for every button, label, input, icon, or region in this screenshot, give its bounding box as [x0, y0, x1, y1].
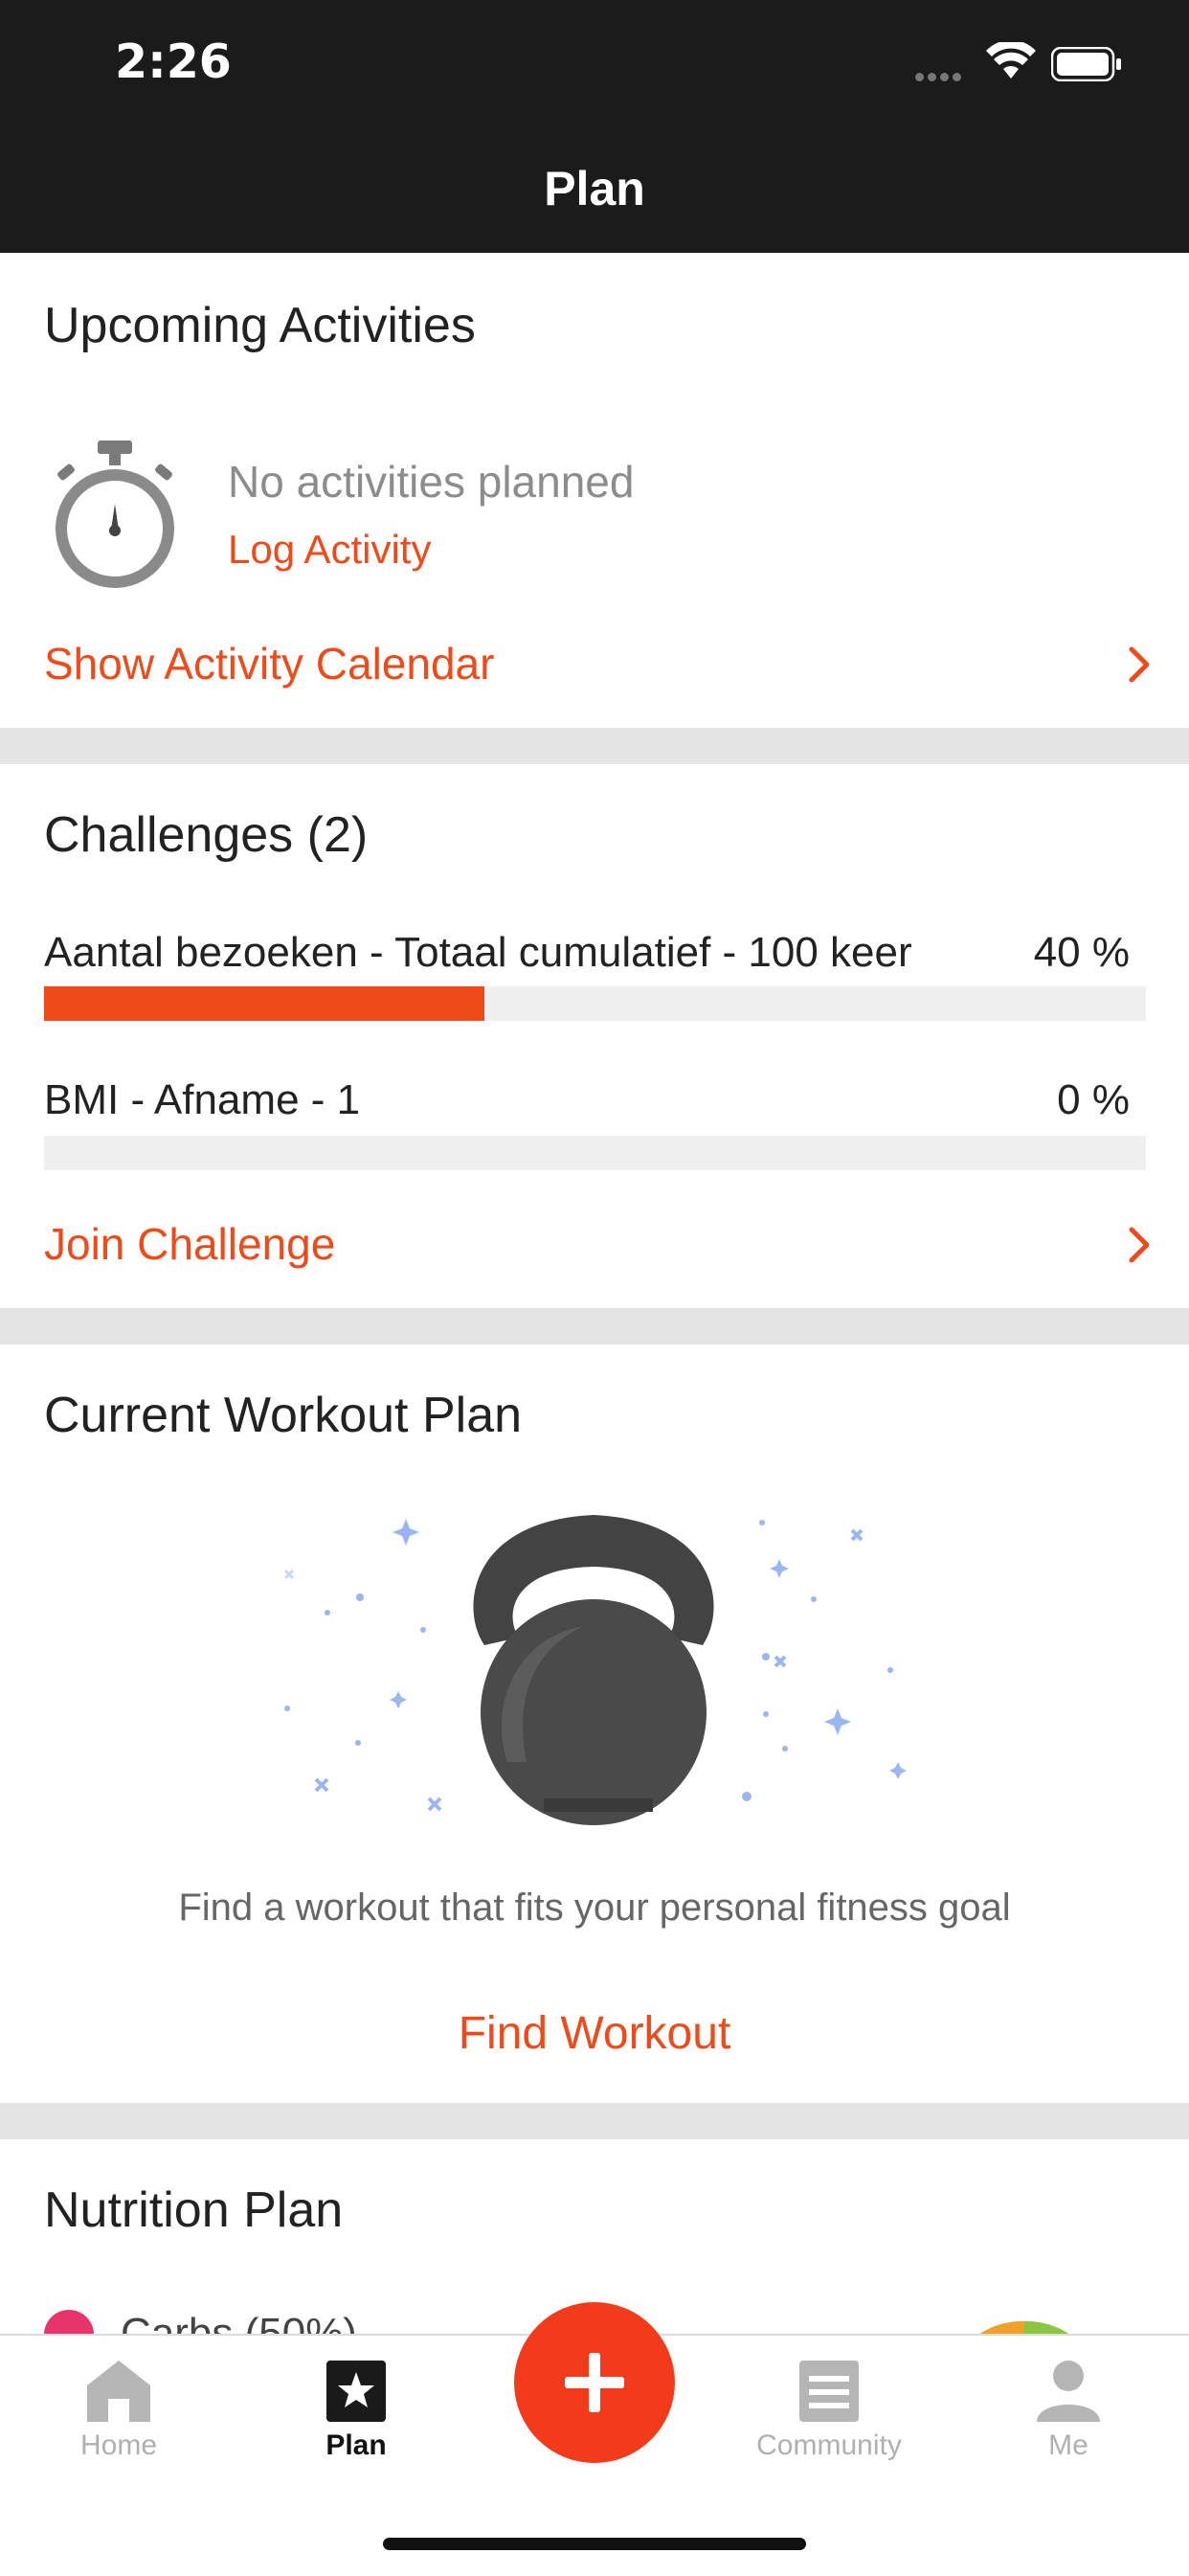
chevron-right-icon	[1129, 1227, 1150, 1263]
star-calendar-icon	[326, 2361, 386, 2422]
kettlebell-illustration	[283, 1515, 907, 1825]
tab-community[interactable]: Community	[733, 2336, 925, 2462]
join-challenge-row[interactable]: Join Challenge	[44, 1218, 1151, 1270]
log-activity-link[interactable]: Log Activity	[228, 527, 431, 573]
page-title: Plan	[544, 162, 645, 215]
add-activity-button[interactable]	[514, 2302, 675, 2463]
challenge-label: Aantal bezoeken - Totaal cumulatief - 10…	[44, 929, 912, 976]
person-icon	[1037, 2361, 1100, 2422]
tab-me-label: Me	[1048, 2429, 1088, 2461]
challenge-percent: 40 %	[1033, 929, 1130, 976]
tab-home[interactable]: Home	[23, 2336, 214, 2462]
nutrition-plan-title: Nutrition Plan	[44, 2182, 344, 2238]
workout-description: Find a workout that fits your personal f…	[178, 1887, 1011, 1929]
tab-plan-label: Plan	[325, 2429, 387, 2461]
wifi-icon	[986, 42, 1036, 79]
community-icon	[799, 2361, 859, 2422]
home-indicator	[383, 2538, 806, 2550]
stopwatch-icon	[56, 441, 174, 588]
status-time: 2:26	[115, 34, 232, 89]
challenge-label: BMI - Afname - 1	[44, 1076, 361, 1123]
challenge-progress-track	[44, 1136, 1146, 1170]
home-icon	[87, 2361, 150, 2422]
tab-community-label: Community	[756, 2429, 902, 2461]
challenge-progress-track	[44, 986, 1146, 1021]
join-challenge-label: Join Challenge	[44, 1219, 336, 1269]
no-activities-text: No activities planned	[228, 457, 635, 507]
find-workout-button[interactable]: Find Workout	[0, 2007, 1189, 2060]
navigation-bar: Plan	[0, 128, 1189, 253]
status-bar: 2:26	[0, 0, 1189, 128]
show-activity-calendar-row[interactable]: Show Activity Calendar	[44, 638, 1151, 689]
tab-plan[interactable]: Plan	[260, 2336, 452, 2462]
tab-home-label: Home	[79, 2429, 158, 2461]
challenges-title: Challenges (2)	[44, 807, 369, 863]
signal-icon	[915, 69, 965, 86]
challenge-percent: 0 %	[1057, 1076, 1130, 1123]
upcoming-activities-title: Upcoming Activities	[44, 298, 476, 353]
chevron-right-icon	[1129, 646, 1150, 683]
battery-icon	[1051, 47, 1121, 81]
show-activity-calendar-label: Show Activity Calendar	[44, 639, 495, 689]
tab-me[interactable]: Me	[973, 2336, 1164, 2462]
workout-plan-title: Current Workout Plan	[44, 1388, 523, 1443]
challenge-progress-fill	[44, 986, 485, 1021]
